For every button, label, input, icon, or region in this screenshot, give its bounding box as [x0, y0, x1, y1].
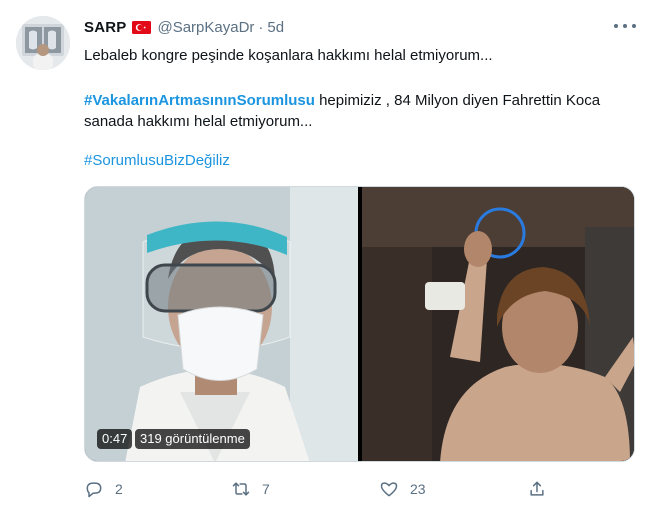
reply-icon [86, 482, 102, 498]
tweet-header: SARP @SarpKayaDr · 5d [84, 17, 284, 37]
reply-button[interactable]: 2 [84, 476, 123, 502]
share-button[interactable] [527, 476, 547, 502]
retweet-icon [232, 482, 250, 496]
avatar[interactable] [16, 16, 70, 70]
turkish-flag-icon [132, 20, 152, 34]
more-options-icon[interactable] [614, 18, 636, 34]
share-icon [530, 481, 544, 496]
video-duration-badge: 0:47 [97, 429, 133, 449]
heart-icon [380, 482, 398, 497]
user-handle[interactable]: @SarpKayaDr [157, 19, 254, 36]
like-count: 23 [410, 481, 426, 497]
timestamp[interactable]: 5d [267, 19, 284, 36]
hashtag-link[interactable]: #SorumlusuBizDeğiliz [84, 152, 230, 169]
tweet-actions: 2 7 23 [84, 476, 635, 502]
tweet-paragraph-3: #SorumlusuBizDeğiliz [84, 150, 230, 171]
retweet-count: 7 [262, 481, 270, 497]
retweet-button[interactable]: 7 [231, 476, 270, 502]
video-media[interactable]: 0:47 319 görüntülenme [84, 186, 635, 462]
hashtag-link[interactable]: #VakalarınArtmasınınSorumlusu [84, 92, 315, 109]
video-views-badge: 319 görüntülenme [135, 429, 250, 449]
tweet-paragraph-2: #VakalarınArtmasınınSorumlusu hepimiziz … [84, 90, 629, 132]
separator-dot: · [258, 18, 264, 36]
reply-count: 2 [115, 481, 123, 497]
tweet-card[interactable]: SARP @SarpKayaDr · 5d Lebaleb kongre peş… [0, 0, 652, 516]
video-thumbnail [85, 187, 634, 461]
tweet-line-1: Lebaleb kongre peşinde koşanlara hakkımı… [84, 47, 493, 64]
display-name[interactable]: SARP [84, 19, 126, 36]
like-button[interactable]: 23 [379, 476, 426, 502]
